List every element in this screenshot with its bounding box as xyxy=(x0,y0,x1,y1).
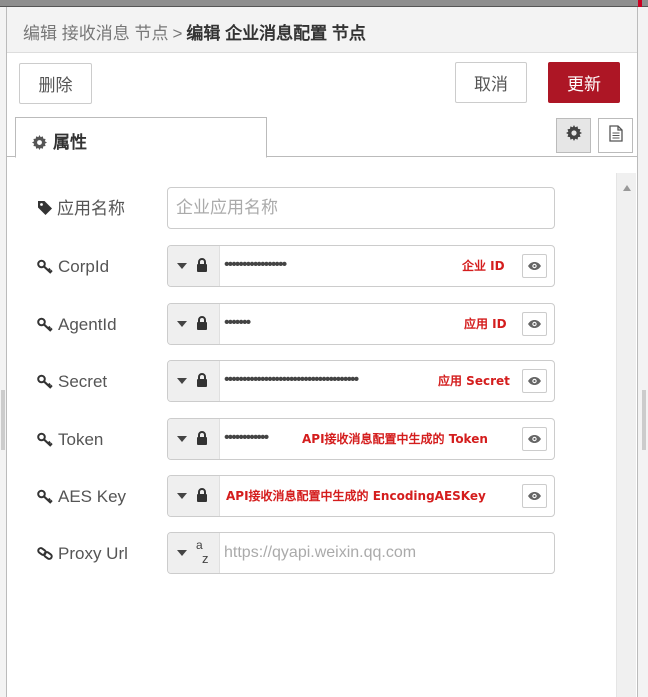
eye-icon xyxy=(528,262,541,270)
token-label: Token xyxy=(37,418,103,462)
delete-button[interactable]: 删除 xyxy=(19,63,92,104)
aes-key-label: AES Key xyxy=(37,475,126,519)
dialog-title: 编辑 接收消息 节点 > 编辑 企业消息配置 节点 xyxy=(7,7,637,53)
caret-down-icon xyxy=(177,378,187,384)
app-name-label-text: 应用名称 xyxy=(57,199,125,218)
caret-down-icon xyxy=(177,321,187,327)
secret-type-selector[interactable] xyxy=(168,361,220,401)
gear-icon xyxy=(32,135,47,155)
update-button[interactable]: 更新 xyxy=(548,62,620,103)
proxy-url-label: Proxy Url xyxy=(37,532,128,576)
cancel-button[interactable]: 取消 xyxy=(455,62,527,103)
form-row-token: Token •••••••••••• API接收消息配置中生成的 Token xyxy=(15,418,615,462)
lock-icon xyxy=(197,373,207,387)
window-top-bar xyxy=(0,0,648,7)
tab-properties-label: 属性 xyxy=(53,133,87,152)
agent-id-masked-value[interactable]: ••••••• xyxy=(224,313,251,333)
app-name-label: 应用名称 xyxy=(37,187,125,231)
key-icon xyxy=(37,259,53,274)
corp-id-label-text: CorpId xyxy=(58,257,110,276)
token-label-text: Token xyxy=(58,430,104,449)
form-row-secret: Secret •••••••••••••••••••••••••••••••••… xyxy=(15,360,615,404)
scroll-up-arrow-icon[interactable] xyxy=(623,185,631,191)
secret-label-text: Secret xyxy=(58,372,108,391)
eye-icon xyxy=(528,320,541,328)
aes-key-note: API接收消息配置中生成的 EncodingAESKey xyxy=(226,487,486,505)
token-field: •••••••••••• API接收消息配置中生成的 Token xyxy=(167,418,555,460)
key-icon xyxy=(37,374,53,389)
token-reveal-button[interactable] xyxy=(522,427,547,451)
app-name-input[interactable] xyxy=(168,188,554,228)
scrollbar-track[interactable] xyxy=(621,199,632,689)
eye-icon xyxy=(528,435,541,443)
app-name-field xyxy=(167,187,555,229)
dialog-toolbar: 删除 取消 更新 xyxy=(7,53,637,111)
edit-dialog: 编辑 接收消息 节点 > 编辑 企业消息配置 节点 删除 取消 更新 属性 应用名称 xyxy=(6,7,638,697)
caret-down-icon xyxy=(177,550,187,556)
caret-down-icon xyxy=(177,493,187,499)
token-note: API接收消息配置中生成的 Token xyxy=(302,430,488,448)
agent-id-type-selector[interactable] xyxy=(168,304,220,344)
eye-icon xyxy=(528,377,541,385)
aes-key-label-text: AES Key xyxy=(58,487,127,506)
caret-down-icon xyxy=(177,263,187,269)
settings-tab-button[interactable] xyxy=(556,118,591,153)
lock-icon xyxy=(197,316,207,330)
agent-id-reveal-button[interactable] xyxy=(522,312,547,336)
corp-id-label: CorpId xyxy=(37,245,109,289)
proxy-url-type-selector[interactable]: az xyxy=(168,533,220,573)
gear-icon xyxy=(565,125,582,146)
key-icon xyxy=(37,489,53,504)
link-icon xyxy=(37,547,53,560)
agent-id-label: AgentId xyxy=(37,303,117,347)
vertical-scrollbar[interactable] xyxy=(616,173,636,697)
secret-field: ••••••••••••••••••••••••••••••••••••• 应用… xyxy=(167,360,555,402)
eye-icon xyxy=(528,492,541,500)
caret-down-icon xyxy=(177,436,187,442)
form-row-proxy-url: Proxy Url az https://qyapi.weixin.qq.com xyxy=(15,532,615,576)
key-icon xyxy=(37,432,53,447)
tab-properties[interactable]: 属性 xyxy=(15,117,267,158)
aes-key-reveal-button[interactable] xyxy=(522,484,547,508)
breadcrumb-current: 编辑 企业消息配置 节点 xyxy=(186,24,366,43)
tag-icon xyxy=(38,201,52,215)
agent-id-note: 应用 ID xyxy=(464,315,507,333)
form-row-aes-key: AES Key API接收消息配置中生成的 EncodingAESKey xyxy=(15,475,615,519)
corp-id-note: 企业 ID xyxy=(462,257,505,275)
proxy-url-field: az https://qyapi.weixin.qq.com xyxy=(167,532,555,574)
corp-id-reveal-button[interactable] xyxy=(522,254,547,278)
token-type-selector[interactable] xyxy=(168,419,220,459)
lock-icon xyxy=(197,431,207,445)
document-icon xyxy=(608,124,623,147)
secret-reveal-button[interactable] xyxy=(522,369,547,393)
lock-icon xyxy=(197,258,207,272)
tab-bar: 属性 xyxy=(7,111,637,158)
proxy-url-label-text: Proxy Url xyxy=(58,544,128,563)
secret-masked-value[interactable]: ••••••••••••••••••••••••••••••••••••• xyxy=(224,370,359,390)
form-row-app-name: 应用名称 xyxy=(15,187,615,231)
description-tab-button[interactable] xyxy=(598,118,633,153)
breadcrumb-separator: > xyxy=(172,24,183,43)
right-resize-handle[interactable] xyxy=(642,390,646,450)
secret-note: 应用 Secret xyxy=(438,372,510,390)
form-row-agent-id: AgentId ••••••• 应用 ID xyxy=(15,303,615,347)
agent-id-label-text: AgentId xyxy=(58,315,117,334)
corp-id-masked-value[interactable]: ••••••••••••••••• xyxy=(224,255,287,275)
top-bar-marker xyxy=(638,0,642,7)
corp-id-type-selector[interactable] xyxy=(168,246,220,286)
agent-id-field: ••••••• 应用 ID xyxy=(167,303,555,345)
breadcrumb-parent[interactable]: 编辑 接收消息 节点 xyxy=(23,24,168,43)
properties-form: 应用名称 CorpId ••••••••••••••••• 企业 ID xyxy=(15,173,615,697)
string-type-icon: az xyxy=(196,538,209,566)
lock-icon xyxy=(197,488,207,502)
corp-id-field: ••••••••••••••••• 企业 ID xyxy=(167,245,555,287)
aes-key-type-selector[interactable] xyxy=(168,476,220,516)
form-row-corp-id: CorpId ••••••••••••••••• 企业 ID xyxy=(15,245,615,289)
secret-label: Secret xyxy=(37,360,107,404)
left-resize-handle[interactable] xyxy=(1,390,5,450)
aes-key-field: API接收消息配置中生成的 EncodingAESKey xyxy=(167,475,555,517)
key-icon xyxy=(37,317,53,332)
proxy-url-input[interactable]: https://qyapi.weixin.qq.com xyxy=(224,533,416,573)
token-masked-value[interactable]: •••••••••••• xyxy=(224,428,269,448)
